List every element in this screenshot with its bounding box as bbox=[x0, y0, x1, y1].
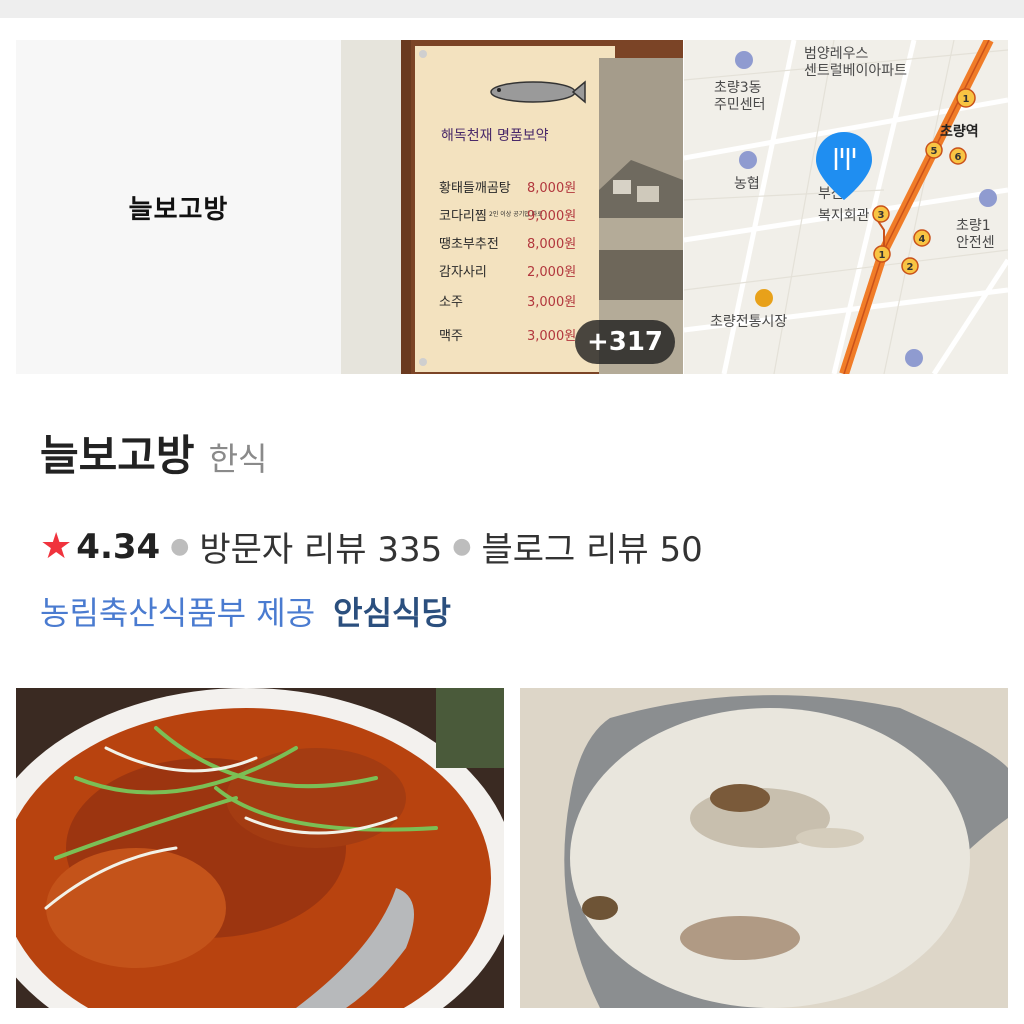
blog-reviews-link[interactable]: 블로그 리뷰 50 bbox=[482, 522, 703, 571]
place-title: 늘보고방 bbox=[40, 431, 195, 480]
menu-item-name: 감자사리 bbox=[439, 265, 487, 280]
visitor-reviews-link[interactable]: 방문자 리뷰 335 bbox=[199, 522, 442, 571]
exit-number: 1 bbox=[963, 94, 970, 105]
certification-row: 농림축산식품부 제공 안심식당 bbox=[40, 588, 451, 634]
map-label-market: 초량전통시장 bbox=[710, 314, 787, 330]
separator-dot: ● bbox=[452, 534, 472, 559]
food-photo-strip bbox=[16, 688, 1008, 1008]
top-strip bbox=[0, 0, 1024, 18]
map-label-station: 초량역 bbox=[940, 123, 979, 140]
food-photo-soup-spoon[interactable] bbox=[520, 688, 1008, 1008]
exit-number: 6 bbox=[955, 152, 962, 163]
food-image bbox=[16, 688, 504, 1008]
map-label-welfare-b: 복지회관 bbox=[818, 208, 870, 224]
map-label-center: 초량3동 주민센터 bbox=[714, 80, 766, 113]
separator-dot: ● bbox=[170, 534, 190, 559]
exit-number: 2 bbox=[907, 262, 914, 273]
location-map[interactable]: 1 3 4 5 6 1 2 범양레우스 센트럴베이아파트 초량3동 주민센터 농… bbox=[684, 40, 1008, 374]
menu-item-name: 땡초부추전 bbox=[439, 237, 499, 252]
menu-item-price: 3,000원 bbox=[527, 329, 576, 344]
name-tile-text: 늘보고방 bbox=[128, 194, 229, 225]
safe-restaurant-badge[interactable]: 안심식당 bbox=[333, 588, 451, 634]
exit-number: 3 bbox=[878, 210, 885, 221]
rating-row: ★ 4.34 ● 방문자 리뷰 335 ● 블로그 리뷰 50 bbox=[40, 522, 703, 571]
more-photos-badge[interactable]: +317 bbox=[574, 320, 675, 364]
menu-heading: 해독천재 명품보약 bbox=[441, 128, 549, 144]
menu-item-name: 황태들깨곰탕 bbox=[439, 181, 511, 196]
title-row: 늘보고방 한식 bbox=[40, 422, 267, 483]
exit-number: 4 bbox=[919, 234, 926, 245]
menu-board-photo[interactable]: 해독천재 명품보약 황태들깨곰탕 8,000원 코다리찜 2인 이상 공기밥 따… bbox=[341, 40, 683, 374]
food-image bbox=[520, 688, 1008, 1008]
certification-source: 농림축산식품부 제공 bbox=[40, 594, 316, 632]
menu-item-name: 맥주 bbox=[439, 329, 463, 344]
exit-number: 1 bbox=[879, 250, 886, 261]
exit-number: 5 bbox=[931, 146, 938, 157]
place-category: 한식 bbox=[208, 440, 268, 478]
name-tile: 늘보고방 bbox=[16, 40, 341, 374]
map-label-bank: 농협 bbox=[734, 176, 760, 192]
rating-value: 4.34 bbox=[76, 526, 161, 567]
header-gallery: 늘보고방 해독천재 명품보약 황태들깨곰탕 8,000원 코다리찜 2인 이상 … bbox=[16, 40, 1008, 374]
menu-item-price: 3,000원 bbox=[527, 295, 576, 310]
menu-item-price: 9,000원 bbox=[527, 209, 576, 224]
menu-item-price: 8,000원 bbox=[527, 237, 576, 252]
menu-item-name: 코다리찜 bbox=[439, 209, 487, 224]
map-image: 1 3 4 5 6 1 2 범양레우스 센트럴베이아파트 초량3동 주민센터 농… bbox=[684, 40, 1008, 374]
menu-item-price: 2,000원 bbox=[527, 265, 576, 280]
menu-item-price: 8,000원 bbox=[527, 181, 576, 196]
menu-item-name: 소주 bbox=[439, 295, 463, 310]
map-label-safety: 초량1 안전센 bbox=[956, 218, 995, 251]
food-photo-braised-fish[interactable] bbox=[16, 688, 504, 1008]
star-icon: ★ bbox=[40, 526, 73, 567]
